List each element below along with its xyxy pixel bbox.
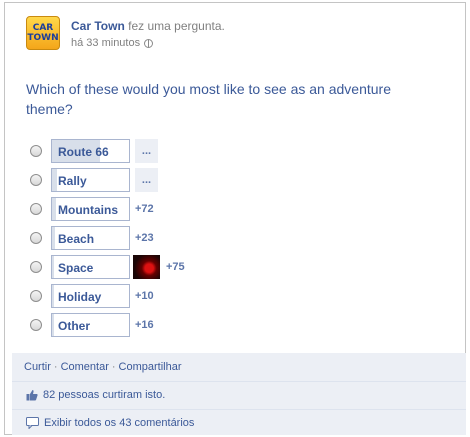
option-label: Route 66: [58, 145, 109, 159]
voters-count[interactable]: +23: [135, 226, 154, 250]
voters-count[interactable]: ...: [135, 168, 158, 192]
option-box[interactable]: Route 66: [51, 139, 130, 163]
option-box[interactable]: Mountains: [51, 197, 130, 221]
separator: ·: [111, 361, 116, 373]
option-box[interactable]: Space: [51, 255, 130, 279]
option-box[interactable]: Beach: [51, 226, 130, 250]
voters-count[interactable]: +72: [135, 197, 154, 221]
vote-bar: [52, 227, 56, 249]
voters-count[interactable]: +10: [135, 284, 154, 308]
divider: [12, 381, 466, 382]
post-header: Car Town fez uma pergunta.: [71, 19, 225, 33]
vote-bar: [52, 285, 55, 307]
poll-option-mountains: Mountains +72: [30, 197, 230, 223]
option-label: Beach: [58, 232, 95, 246]
poll-option-beach: Beach +23: [30, 226, 230, 252]
post-actions: Curtir · Comentar · Compartilhar: [24, 361, 182, 373]
option-label: Mountains: [58, 203, 118, 217]
radio-button[interactable]: [30, 290, 42, 302]
poll-option-holiday: Holiday +10: [30, 284, 230, 310]
share-link[interactable]: Compartilhar: [119, 361, 182, 373]
view-all-comments-link[interactable]: Exibir todos os 43 comentários: [44, 417, 194, 429]
radio-button[interactable]: [30, 319, 42, 331]
option-box[interactable]: Other: [51, 313, 130, 337]
author-link[interactable]: Car Town: [71, 19, 125, 33]
radio-button[interactable]: [30, 203, 42, 215]
timestamp-row: há 33 minutos: [71, 37, 154, 49]
voters-count[interactable]: +75: [166, 255, 185, 279]
poll-question: Which of these would you most like to se…: [26, 81, 391, 117]
logo-text-town: TOWN: [27, 33, 59, 43]
poll-option-space: Space +75: [30, 255, 230, 281]
likes-row: 82 pessoas curtiram isto.: [26, 389, 165, 401]
logo-text-car: CAR: [32, 23, 54, 33]
car-town-logo[interactable]: CAR TOWN: [26, 16, 60, 50]
poll-option-route66: Route 66 ...: [30, 139, 230, 165]
radio-button[interactable]: [30, 261, 42, 273]
comment-bubble-icon: [26, 417, 39, 429]
radio-button[interactable]: [30, 232, 42, 244]
option-label: Rally: [58, 174, 87, 188]
thumbs-up-icon: [26, 390, 38, 401]
vote-bar: [52, 256, 55, 278]
comment-link[interactable]: Comentar: [61, 361, 109, 373]
option-label: Holiday: [58, 290, 102, 304]
option-box[interactable]: Holiday: [51, 284, 130, 308]
option-label: Other: [58, 319, 91, 333]
voters-count[interactable]: +16: [135, 313, 154, 337]
post-action: fez uma pergunta.: [128, 19, 225, 33]
vote-bar: [52, 198, 56, 220]
poll-option-other: Other +16: [30, 313, 230, 339]
voter-avatar[interactable]: [133, 255, 160, 279]
globe-icon: [144, 38, 154, 48]
separator: ·: [53, 361, 58, 373]
vote-bar: [52, 314, 55, 336]
option-box[interactable]: Rally: [51, 168, 130, 192]
comments-row: Exibir todos os 43 comentários: [26, 417, 194, 429]
option-label: Space: [58, 261, 94, 275]
voters-count[interactable]: ...: [135, 139, 158, 163]
vote-bar: [52, 169, 57, 191]
timestamp[interactable]: há 33 minutos: [71, 37, 140, 49]
like-link[interactable]: Curtir: [24, 361, 51, 373]
likes-count-link[interactable]: 82 pessoas curtiram isto.: [43, 389, 165, 401]
radio-button[interactable]: [30, 174, 42, 186]
poll-option-rally: Rally ...: [30, 168, 230, 194]
divider: [12, 409, 466, 410]
radio-button[interactable]: [30, 145, 42, 157]
